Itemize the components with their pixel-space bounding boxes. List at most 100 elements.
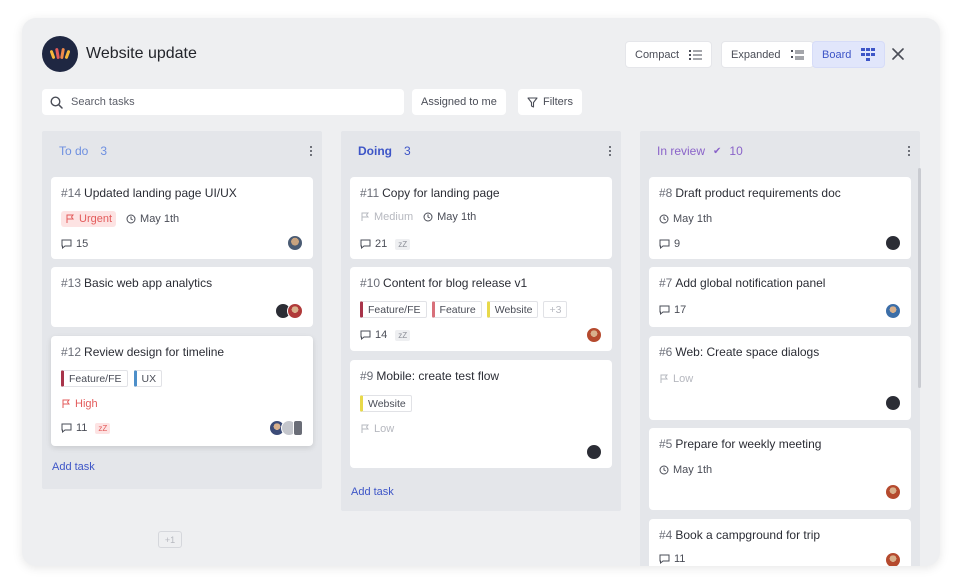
card-meta-row: Low xyxy=(360,423,394,435)
snooze-badge[interactable]: zZ xyxy=(395,329,411,341)
task-card[interactable]: #11 Copy for landing page Medium May 1th … xyxy=(350,177,612,259)
comment-icon xyxy=(659,554,670,564)
task-card[interactable]: #12 Review design for timeline Feature/FE… xyxy=(51,336,313,446)
snooze-badge[interactable]: zZ xyxy=(395,238,411,250)
task-card[interactable]: #7 Add global notification panel 17 xyxy=(649,267,911,327)
task-card[interactable]: #6 Web: Create space dialogs Low xyxy=(649,336,911,420)
flag-icon xyxy=(361,212,369,221)
priority-badge[interactable]: Low xyxy=(659,373,693,385)
snooze-badge[interactable]: zZ xyxy=(95,422,111,434)
add-task-button[interactable]: Add task xyxy=(52,461,95,473)
card-title: #11 Copy for landing page xyxy=(360,186,500,200)
compact-view-button[interactable]: Compact xyxy=(625,41,713,68)
column-menu-icon[interactable] xyxy=(607,144,613,158)
task-card[interactable]: #13 Basic web app analytics xyxy=(51,267,313,327)
avatar xyxy=(586,444,602,460)
expanded-list-icon xyxy=(790,49,804,59)
task-card[interactable]: #8 Draft product requirements doc May 1th… xyxy=(649,177,911,259)
priority-badge[interactable]: Low xyxy=(360,423,394,435)
assigned-to-me-label: Assigned to me xyxy=(421,96,497,108)
column-title: In review xyxy=(657,144,706,158)
task-card[interactable]: #9 Mobile: create test flow Website Low xyxy=(350,360,612,468)
assignee-avatars[interactable] xyxy=(885,303,901,319)
board-view-button[interactable]: Board xyxy=(812,41,886,68)
task-card[interactable]: #5 Prepare for weekly meeting May 1th xyxy=(649,428,911,510)
search-bar[interactable] xyxy=(42,89,404,115)
app-logo xyxy=(42,36,78,72)
card-meta-row: Urgent May 1th xyxy=(61,211,179,227)
task-card[interactable]: #10 Content for blog release v1 Feature/F… xyxy=(350,267,612,351)
flag-icon xyxy=(660,374,668,383)
tag[interactable]: Website xyxy=(360,395,412,412)
task-card[interactable]: #4 Book a campground for trip 11 xyxy=(649,519,911,566)
assignee-avatars[interactable] xyxy=(586,444,602,460)
assignee-avatars[interactable] xyxy=(275,303,303,319)
column-scrollbar[interactable] xyxy=(918,168,921,388)
comment-count[interactable]: 17 xyxy=(659,304,686,316)
card-footer-row: 15 xyxy=(61,238,88,250)
more-tags-badge[interactable]: +3 xyxy=(543,301,568,318)
search-input[interactable] xyxy=(71,96,371,108)
assignee-avatars[interactable] xyxy=(269,420,303,436)
assignee-avatars[interactable] xyxy=(287,235,303,251)
due-date[interactable]: May 1th xyxy=(423,211,476,223)
clock-icon xyxy=(126,214,136,224)
comment-icon xyxy=(360,239,371,249)
avatar xyxy=(885,484,901,500)
assignee-avatars[interactable] xyxy=(885,395,901,411)
due-date[interactable]: May 1th xyxy=(126,213,179,225)
comment-count[interactable]: 11 xyxy=(659,553,685,565)
comment-count[interactable]: 9 xyxy=(659,238,680,250)
priority-badge[interactable]: High xyxy=(61,398,98,410)
assigned-to-me-button[interactable]: Assigned to me xyxy=(412,89,506,115)
priority-badge[interactable]: Urgent xyxy=(61,211,117,227)
comment-icon xyxy=(360,330,371,340)
assignee-avatars[interactable] xyxy=(885,484,901,500)
tag[interactable]: Feature xyxy=(431,301,482,318)
due-date[interactable]: May 1th xyxy=(659,213,712,225)
comment-count[interactable]: 14 xyxy=(360,329,387,341)
card-title: #12 Review design for timeline xyxy=(61,345,225,359)
card-footer-row: 17 xyxy=(659,304,686,316)
header: Website update Compact Expanded Board xyxy=(22,18,940,90)
comment-icon xyxy=(61,423,72,433)
flag-icon xyxy=(361,424,369,433)
column-title: Doing xyxy=(358,144,392,158)
app-logo-icon xyxy=(50,48,70,59)
column-count: 10 xyxy=(729,144,743,158)
assignee-avatars[interactable] xyxy=(885,552,901,566)
priority-badge[interactable]: Medium xyxy=(360,211,413,223)
card-title: #4 Book a campground for trip xyxy=(659,528,821,542)
column-in-review: In review ✔ 10 #8 Draft product requireme… xyxy=(640,131,920,566)
search-icon xyxy=(50,95,63,109)
task-card[interactable]: #14 Updated landing page UI/UX Urgent May… xyxy=(51,177,313,259)
card-meta-row: High xyxy=(61,398,98,410)
tag[interactable]: Feature/FE xyxy=(360,301,427,318)
card-title: #14 Updated landing page UI/UX xyxy=(61,186,237,200)
add-task-button[interactable]: Add task xyxy=(351,486,394,498)
filter-icon xyxy=(527,96,538,108)
check-icon: ✔ xyxy=(713,145,722,157)
card-meta-row: May 1th xyxy=(659,464,712,476)
column-doing: Doing 3 #11 Copy for landing page Medium … xyxy=(341,131,621,511)
due-date[interactable]: May 1th xyxy=(659,464,712,476)
compact-view-label: Compact xyxy=(635,48,680,61)
expanded-view-button[interactable]: Expanded xyxy=(721,41,814,68)
column-header: Doing 3 xyxy=(341,131,621,171)
comment-count[interactable]: 11 xyxy=(61,422,87,434)
tag[interactable]: UX xyxy=(133,370,163,387)
column-count: 3 xyxy=(100,144,108,158)
assignee-avatars[interactable] xyxy=(885,235,901,251)
close-button[interactable] xyxy=(888,44,908,64)
assignee-avatars[interactable] xyxy=(586,327,602,343)
tag[interactable]: Website xyxy=(486,301,539,318)
tag[interactable]: Feature/FE xyxy=(61,370,128,387)
filters-button[interactable]: Filters xyxy=(518,89,582,115)
comment-count[interactable]: 15 xyxy=(61,238,88,250)
comment-count[interactable]: 21 xyxy=(360,238,387,250)
column-menu-icon[interactable] xyxy=(906,144,912,158)
column-menu-icon[interactable] xyxy=(308,144,314,158)
close-icon xyxy=(892,48,904,60)
avatar xyxy=(287,303,303,319)
card-meta-row: May 1th xyxy=(659,213,712,225)
